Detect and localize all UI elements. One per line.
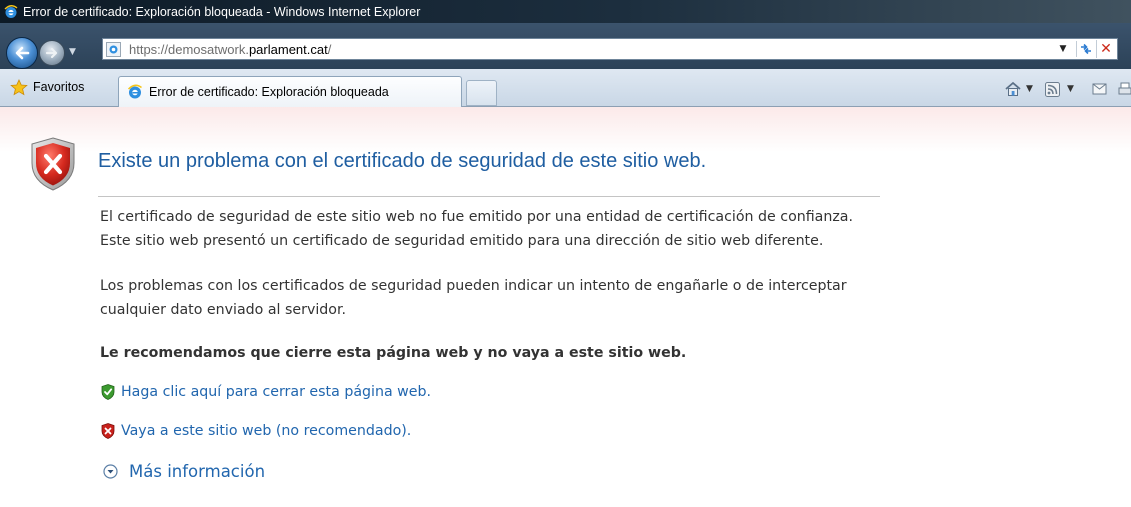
title-bar: Error de certificado: Exploración bloque… xyxy=(0,0,1131,23)
home-button[interactable]: ▼ xyxy=(1004,80,1033,98)
window-title: Error de certificado: Exploración bloque… xyxy=(23,4,421,19)
warning-line: cualquier dato enviado al servidor. xyxy=(100,302,347,318)
forward-button[interactable] xyxy=(39,40,65,66)
ie-logo-icon xyxy=(4,4,18,18)
security-warning: Los problemas con los certificados de se… xyxy=(100,274,900,322)
feeds-dropdown[interactable]: ▼ xyxy=(1067,84,1074,94)
page-icon xyxy=(106,42,121,57)
feeds-button[interactable]: ▼ xyxy=(1045,80,1074,98)
favorites-button[interactable]: Favoritos xyxy=(10,77,84,97)
explanation-line: El certificado de seguridad de este siti… xyxy=(100,209,854,225)
refresh-button[interactable] xyxy=(1076,41,1095,57)
stop-button[interactable]: ✕ xyxy=(1096,40,1115,58)
home-icon xyxy=(1005,81,1021,96)
favorites-label: Favoritos xyxy=(33,80,85,94)
mail-icon xyxy=(1092,83,1107,95)
tab-label: Error de certificado: Exploración bloque… xyxy=(149,85,389,99)
more-information-label: Más información xyxy=(129,462,266,481)
recommendation-text: Le recomendamos que cierre esta página w… xyxy=(100,345,687,361)
warning-line: Los problemas con los certificados de se… xyxy=(100,278,847,294)
back-button[interactable] xyxy=(6,37,38,69)
mail-button[interactable] xyxy=(1092,80,1108,98)
close-page-option[interactable]: Haga clic aquí para cerrar esta página w… xyxy=(101,384,431,400)
favorites-star-icon xyxy=(10,78,28,95)
address-dropdown-button[interactable]: ▼ xyxy=(1055,41,1071,57)
print-button[interactable] xyxy=(1118,80,1131,98)
continue-to-site-link[interactable]: Vaya a este sitio web (no recomendado). xyxy=(121,423,411,439)
address-bar[interactable]: https://demosatwork.parlament.cat/ ▼ ✕ xyxy=(102,38,1118,60)
tab-certificate-error[interactable]: Error de certificado: Exploración bloque… xyxy=(118,76,462,107)
stop-icon: ✕ xyxy=(1100,41,1112,57)
explanation-line: Este sitio web presentó un certificado d… xyxy=(100,233,824,249)
print-icon xyxy=(1118,82,1131,95)
close-page-link[interactable]: Haga clic aquí para cerrar esta página w… xyxy=(121,384,431,400)
browser-window: Error de certificado: Exploración bloque… xyxy=(0,0,1131,507)
green-shield-icon xyxy=(101,384,115,400)
url-domain: parlament.cat xyxy=(248,42,328,57)
url-text[interactable]: https://demosatwork.parlament.cat/ xyxy=(129,42,331,57)
more-information-toggle[interactable]: Más información xyxy=(103,462,265,481)
certificate-explanation: El certificado de seguridad de este siti… xyxy=(100,205,900,253)
refresh-icon xyxy=(1081,43,1091,55)
rss-feed-icon xyxy=(1045,81,1060,97)
new-tab-button[interactable] xyxy=(466,80,497,106)
expand-circle-icon xyxy=(103,464,118,479)
url-suffix: / xyxy=(327,42,332,57)
recent-pages-dropdown[interactable]: ▼ xyxy=(69,47,76,57)
navigation-bar: ▼ https://demosatwork.parlament.cat/ ▼ ✕ xyxy=(0,23,1131,69)
page-title: Existe un problema con el certificado de… xyxy=(98,150,707,172)
url-prefix: https://demosatwork. xyxy=(129,42,249,57)
favorites-bar: Favoritos Error de certificado: Explorac… xyxy=(0,69,1131,107)
red-shield-icon xyxy=(101,423,115,439)
divider xyxy=(98,196,880,197)
certificate-error-page: Existe un problema con el certificado de… xyxy=(0,107,1131,507)
home-dropdown[interactable]: ▼ xyxy=(1026,84,1033,94)
continue-option[interactable]: Vaya a este sitio web (no recomendado). xyxy=(101,423,411,439)
forward-arrow-icon xyxy=(45,47,58,59)
error-shield-icon xyxy=(31,137,75,191)
back-arrow-icon xyxy=(15,46,30,60)
ie-page-icon xyxy=(127,84,142,99)
